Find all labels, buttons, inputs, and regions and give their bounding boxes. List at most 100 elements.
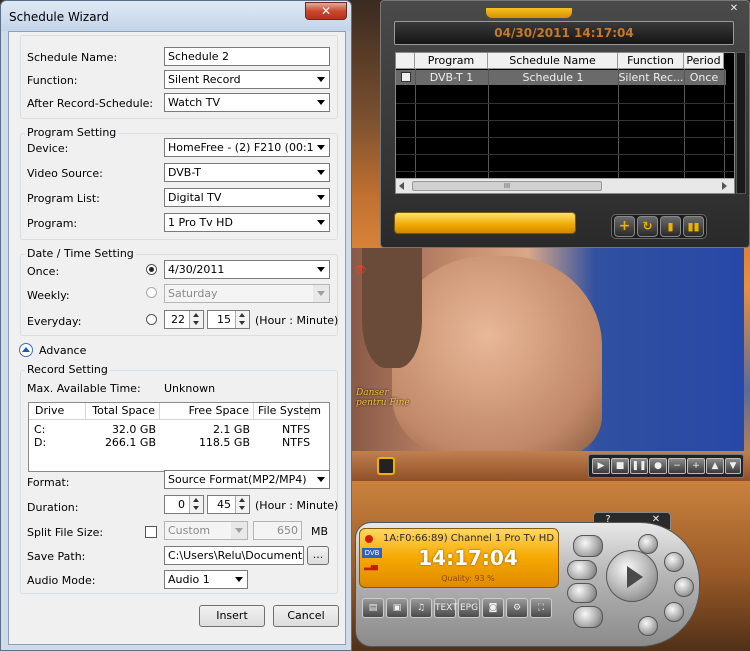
- nav-right-down-button[interactable]: [664, 602, 684, 622]
- grid-line: [684, 69, 685, 179]
- drive-d-total: 266.1 GB: [104, 436, 156, 449]
- stop-button[interactable]: ■: [611, 458, 629, 474]
- wizard-titlebar[interactable]: Schedule Wizard ✕: [1, 1, 351, 31]
- side-button-4[interactable]: [573, 606, 603, 628]
- scroll-thumb[interactable]: III: [412, 181, 602, 191]
- cell-program: DVB-T 1: [429, 71, 474, 84]
- everyday-hour-spinner[interactable]: 22: [164, 310, 204, 329]
- side-button-1[interactable]: [573, 535, 603, 557]
- nav-right-button[interactable]: [674, 577, 694, 597]
- advance-label[interactable]: Advance: [39, 344, 86, 357]
- save-path-input[interactable]: C:\Users\Relu\Documents: [164, 546, 304, 565]
- delete-all-schedules-button[interactable]: ▮▮: [683, 216, 704, 237]
- everyday-minute-value: 15: [217, 313, 231, 326]
- scroll-right-arrow[interactable]: [722, 182, 727, 190]
- datetime-display: 04/30/2011 14:17:04: [394, 21, 734, 45]
- advance-toggle-icon[interactable]: [19, 343, 33, 357]
- close-icon: ✕: [320, 4, 332, 18]
- channel-up-button[interactable]: ▲: [706, 458, 724, 474]
- spin-arrows-icon[interactable]: [235, 311, 249, 328]
- pause-button[interactable]: ❚❚: [630, 458, 648, 474]
- nav-up-button[interactable]: [638, 534, 658, 554]
- schedule-name-input[interactable]: Schedule 2: [164, 47, 330, 66]
- wizard-close-button[interactable]: ✕: [305, 2, 347, 20]
- weekly-radio[interactable]: [146, 287, 157, 298]
- horizontal-scrollbar[interactable]: III: [396, 178, 734, 193]
- screen-button[interactable]: ▣: [386, 598, 408, 618]
- col-header-free-space[interactable]: Free Space: [160, 403, 254, 420]
- spin-arrows-icon[interactable]: [189, 496, 203, 513]
- program-select[interactable]: 1 Pro Tv HD: [164, 213, 330, 232]
- split-size-input[interactable]: 650: [253, 521, 302, 540]
- settings-button[interactable]: ⚙: [506, 598, 528, 618]
- once-radio[interactable]: [146, 264, 157, 275]
- play-icon: [627, 566, 643, 588]
- video-source-label: Video Source:: [27, 167, 103, 180]
- audio-mode-select[interactable]: Audio 1: [164, 570, 248, 589]
- device-select[interactable]: HomeFree - (2) F210 (00:18:1A:F0: [164, 138, 330, 157]
- everyday-unit-label: (Hour : Minute): [255, 314, 339, 327]
- chevron-down-icon: [313, 94, 329, 111]
- col-header-total-space[interactable]: Total Space: [86, 403, 160, 420]
- play-icon: ▶: [597, 461, 605, 471]
- format-select[interactable]: Source Format(MP2/MP4): [164, 470, 330, 489]
- cell-function: Silent Rec...: [618, 71, 684, 84]
- col-header-schedule-name[interactable]: Schedule Name: [488, 53, 618, 69]
- schedule-top-close-tab[interactable]: [486, 8, 572, 18]
- insert-button[interactable]: Insert: [199, 605, 265, 627]
- video-source-select[interactable]: DVB-T: [164, 163, 330, 182]
- col-header-function[interactable]: Function: [618, 53, 684, 69]
- refresh-schedule-button[interactable]: ↻: [637, 216, 658, 237]
- after-record-select[interactable]: Watch TV: [164, 93, 330, 112]
- stop-icon: ■: [615, 461, 625, 471]
- everyday-minute-spinner[interactable]: 15: [207, 310, 250, 329]
- zoom-in-button[interactable]: +: [687, 458, 705, 474]
- panel-close-icon[interactable]: ✕: [724, 2, 744, 16]
- split-file-checkbox[interactable]: [145, 526, 157, 538]
- snapshot-button[interactable]: ◙: [482, 598, 504, 618]
- drive-c-total: 32.0 GB: [111, 423, 156, 436]
- spin-arrows-icon[interactable]: [235, 496, 249, 513]
- split-size-value: 650: [277, 524, 298, 537]
- browse-button[interactable]: ...: [307, 546, 329, 565]
- spin-arrows-icon[interactable]: [189, 311, 203, 328]
- program-list-select[interactable]: Digital TV: [164, 188, 330, 207]
- chevron-down-icon: [231, 571, 247, 588]
- big-play-button[interactable]: [606, 550, 658, 602]
- once-date-select[interactable]: 4/30/2011: [164, 260, 330, 279]
- screen-icon: ▣: [392, 603, 402, 613]
- col-header-program[interactable]: Program: [415, 53, 488, 69]
- duration-minute-spinner[interactable]: 45: [207, 495, 250, 514]
- delete-schedule-button[interactable]: ▮: [660, 216, 681, 237]
- everyday-radio[interactable]: [146, 314, 157, 325]
- fullscreen-button[interactable]: ⛶: [530, 598, 552, 618]
- teletext-button[interactable]: TEXT: [434, 598, 458, 618]
- nav-down-button[interactable]: [638, 616, 658, 636]
- function-select[interactable]: Silent Record: [164, 70, 330, 89]
- nav-right-up-button[interactable]: [664, 552, 684, 572]
- add-schedule-button[interactable]: +: [614, 216, 635, 237]
- drive-list[interactable]: Drive Total Space Free Space File System…: [28, 402, 330, 472]
- epg-button[interactable]: EPG: [458, 598, 480, 618]
- record-button[interactable]: ●: [649, 458, 667, 474]
- col-header-file-system[interactable]: File System: [254, 403, 321, 420]
- record-list-button[interactable]: ▤: [362, 598, 384, 618]
- cancel-button[interactable]: Cancel: [273, 605, 339, 627]
- chevron-down-icon: [313, 189, 329, 206]
- audio-button[interactable]: ♫: [410, 598, 432, 618]
- zoom-out-button[interactable]: −: [668, 458, 686, 474]
- scroll-left-arrow[interactable]: [399, 182, 404, 190]
- col-header-period[interactable]: Period: [684, 53, 724, 69]
- weekly-day-select[interactable]: Saturday: [164, 284, 330, 303]
- col-header-drive[interactable]: Drive: [29, 403, 86, 420]
- row-checkbox[interactable]: [401, 72, 411, 82]
- vertical-scrollbar[interactable]: [736, 52, 746, 194]
- play-button[interactable]: ▶: [592, 458, 610, 474]
- stop-square-button[interactable]: [377, 457, 395, 475]
- split-mode-select[interactable]: Custom: [164, 521, 248, 540]
- side-button-3[interactable]: [567, 583, 597, 603]
- duration-hour-spinner[interactable]: 0: [164, 495, 204, 514]
- channel-down-button[interactable]: ▼: [725, 458, 741, 474]
- side-button-2[interactable]: [567, 560, 597, 580]
- device-label: Device:: [27, 142, 69, 155]
